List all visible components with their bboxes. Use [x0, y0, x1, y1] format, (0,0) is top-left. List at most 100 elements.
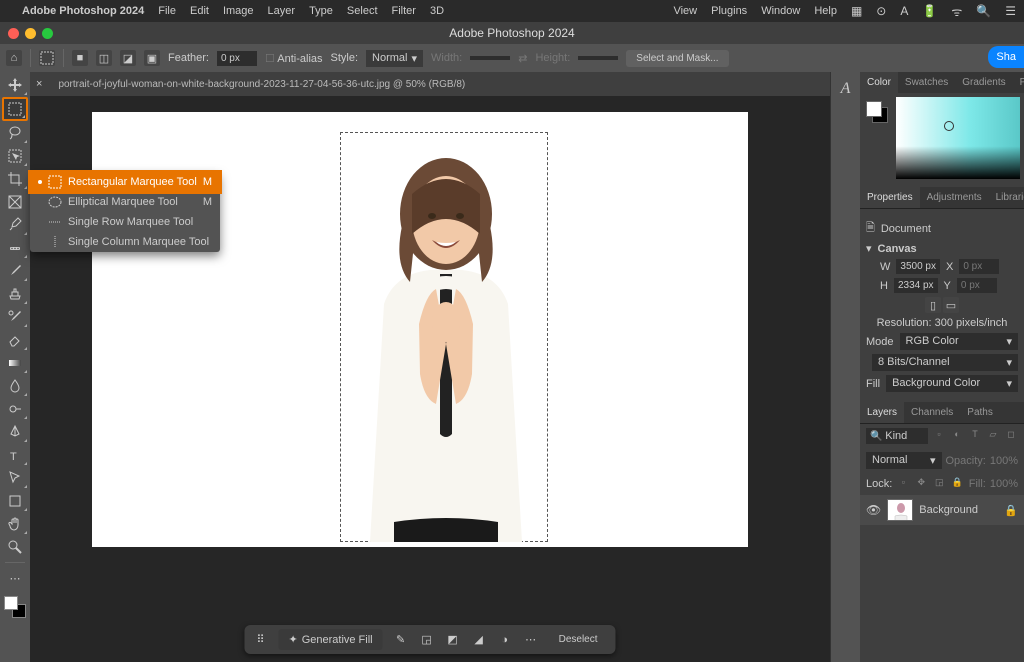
zoom-tool[interactable]: [2, 536, 28, 558]
tab-layers[interactable]: Layers: [860, 402, 904, 423]
flyout-elliptical-marquee[interactable]: Elliptical Marquee Tool M: [30, 192, 220, 212]
feather-input[interactable]: 0 px: [217, 51, 257, 66]
tab-libraries[interactable]: Libraries: [989, 187, 1024, 208]
shape-tool[interactable]: [2, 490, 28, 512]
brush-tool[interactable]: [2, 260, 28, 282]
fill-selection-icon[interactable]: ◢: [471, 632, 487, 648]
keyboard-icon[interactable]: A: [900, 4, 908, 18]
menu-plugins[interactable]: Plugins: [711, 5, 747, 17]
orientation-landscape-icon[interactable]: ▭: [943, 297, 959, 313]
share-button[interactable]: Sha: [988, 46, 1024, 68]
battery-icon[interactable]: 🔋: [922, 4, 937, 18]
visibility-toggle-icon[interactable]: 👁: [866, 503, 881, 517]
cc-icon[interactable]: ▦: [851, 4, 862, 18]
wifi-icon[interactable]: ᯤ: [951, 3, 962, 20]
fill-select[interactable]: Background Color▾: [886, 375, 1018, 392]
filter-adjust-icon[interactable]: ◐: [950, 429, 964, 443]
close-window-button[interactable]: [8, 28, 19, 39]
canvas-width-input[interactable]: 3500 px: [896, 259, 940, 274]
spotlight-icon[interactable]: 🔍: [976, 4, 991, 18]
flyout-single-row-marquee[interactable]: Single Row Marquee Tool: [30, 212, 220, 232]
flyout-rectangular-marquee[interactable]: Rectangular Marquee Tool M: [30, 172, 220, 192]
adjustment-icon[interactable]: ◑: [497, 632, 513, 648]
hand-tool[interactable]: [2, 513, 28, 535]
eyedropper-tool[interactable]: [2, 214, 28, 236]
color-panel[interactable]: [860, 93, 1024, 187]
tab-patterns[interactable]: Pattern: [1013, 72, 1024, 93]
pen-tool[interactable]: [2, 421, 28, 443]
lasso-tool[interactable]: [2, 122, 28, 144]
layer-filter-input[interactable]: 🔍 Kind: [866, 428, 928, 444]
flyout-single-column-marquee[interactable]: Single Column Marquee Tool: [30, 232, 220, 252]
tab-properties[interactable]: Properties: [860, 187, 920, 208]
menu-type[interactable]: Type: [309, 5, 333, 17]
tab-gradients[interactable]: Gradients: [955, 72, 1012, 93]
path-selection-tool[interactable]: [2, 467, 28, 489]
zoom-window-button[interactable]: [42, 28, 53, 39]
document-tab[interactable]: portrait-of-joyful-woman-on-white-backgr…: [48, 79, 475, 90]
character-panel-icon[interactable]: A: [833, 78, 859, 100]
selection-new-icon[interactable]: ■: [72, 50, 88, 66]
layer-background[interactable]: 👁 Background 🔒: [860, 495, 1024, 525]
menu-file[interactable]: File: [158, 5, 176, 17]
menu-filter[interactable]: Filter: [392, 5, 416, 17]
history-brush-tool[interactable]: [2, 306, 28, 328]
style-select[interactable]: Normal▾: [366, 50, 423, 67]
move-tool[interactable]: [2, 74, 28, 96]
lock-all-icon[interactable]: 🔒: [950, 477, 964, 491]
current-tool-icon[interactable]: [39, 50, 55, 66]
menu-window[interactable]: Window: [761, 5, 800, 17]
minimize-window-button[interactable]: [25, 28, 36, 39]
menu-view[interactable]: View: [673, 5, 697, 17]
lock-position-icon[interactable]: ✥: [914, 477, 928, 491]
generative-fill-button[interactable]: ✦Generative Fill: [278, 629, 382, 650]
orientation-portrait-icon[interactable]: ▯: [925, 297, 941, 313]
menu-3d[interactable]: 3D: [430, 5, 444, 17]
lock-artboard-icon[interactable]: ◲: [932, 477, 946, 491]
filter-type-icon[interactable]: T: [968, 429, 982, 443]
deselect-button[interactable]: Deselect: [549, 630, 608, 649]
eraser-tool[interactable]: [2, 329, 28, 351]
control-center-icon[interactable]: ☰: [1005, 4, 1016, 18]
object-selection-tool[interactable]: [2, 145, 28, 167]
invert-selection-icon[interactable]: ◩: [445, 632, 461, 648]
frame-tool[interactable]: [2, 191, 28, 213]
menu-help[interactable]: Help: [814, 5, 837, 17]
selection-intersect-icon[interactable]: ▣: [144, 50, 160, 66]
canvas-height-input[interactable]: 2334 px: [894, 278, 938, 293]
tab-color[interactable]: Color: [860, 72, 898, 93]
modify-selection-icon[interactable]: ◲: [419, 632, 435, 648]
foreground-background-colors[interactable]: [4, 596, 26, 618]
color-mode-select[interactable]: RGB Color▾: [900, 333, 1018, 350]
selection-subtract-icon[interactable]: ◪: [120, 50, 136, 66]
filter-shape-icon[interactable]: ▱: [986, 429, 1000, 443]
marquee-tool[interactable]: [2, 97, 28, 121]
crop-tool[interactable]: [2, 168, 28, 190]
more-icon[interactable]: ⋯: [523, 632, 539, 648]
brush-selection-icon[interactable]: ✎: [393, 632, 409, 648]
bit-depth-select[interactable]: 8 Bits/Channel▾: [872, 354, 1018, 371]
selection-add-icon[interactable]: ◫: [96, 50, 112, 66]
clone-stamp-tool[interactable]: [2, 283, 28, 305]
menu-layer[interactable]: Layer: [268, 5, 296, 17]
blur-tool[interactable]: [2, 375, 28, 397]
tab-paths[interactable]: Paths: [960, 402, 1000, 423]
healing-tool[interactable]: [2, 237, 28, 259]
menu-select[interactable]: Select: [347, 5, 378, 17]
record-icon[interactable]: ⊙: [876, 4, 886, 18]
tab-swatches[interactable]: Swatches: [898, 72, 955, 93]
blend-mode-select[interactable]: Normal▾: [866, 452, 942, 469]
edit-toolbar-button[interactable]: ⋯: [2, 567, 28, 589]
filter-pixel-icon[interactable]: ▫: [932, 429, 946, 443]
menu-image[interactable]: Image: [223, 5, 254, 17]
type-tool[interactable]: T: [2, 444, 28, 466]
dodge-tool[interactable]: [2, 398, 28, 420]
menu-edit[interactable]: Edit: [190, 5, 209, 17]
tab-adjustments[interactable]: Adjustments: [920, 187, 989, 208]
gradient-tool[interactable]: [2, 352, 28, 374]
lock-pixels-icon[interactable]: ▫: [896, 477, 910, 491]
home-icon[interactable]: ⌂: [6, 50, 22, 66]
drag-handle-icon[interactable]: ⠿: [252, 632, 268, 648]
select-and-mask-button[interactable]: Select and Mask...: [626, 50, 728, 67]
filter-smart-icon[interactable]: ◻: [1004, 429, 1018, 443]
